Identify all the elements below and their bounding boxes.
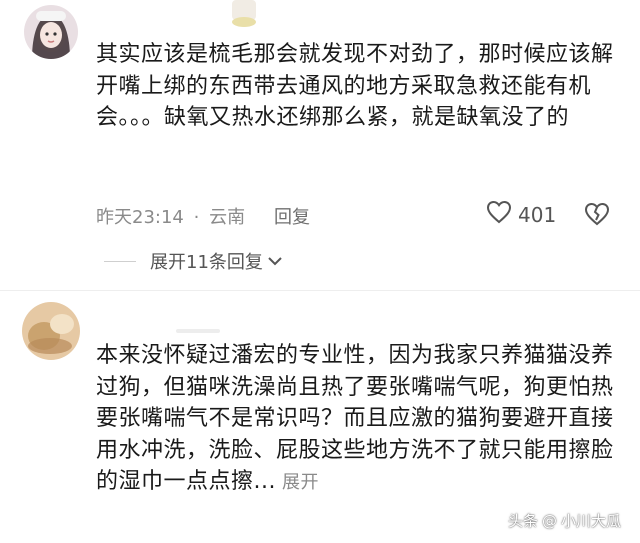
top-sticker-image xyxy=(228,0,260,28)
chevron-down-icon xyxy=(267,255,283,267)
expand-replies-label: 展开11条回复 xyxy=(150,252,263,273)
comment-1-text: 其实应该是梳毛那会就发现不对劲了，那时候应该解开嘴上绑的东西带去通风的地方采取急… xyxy=(96,42,614,130)
comment-1-dislike-button[interactable] xyxy=(584,202,610,230)
watermark-at: @ xyxy=(542,511,558,530)
expand-replies-button[interactable]: 展开11条回复 xyxy=(104,248,283,274)
comment-2-expand-link[interactable]: 展开 xyxy=(282,472,319,493)
comment-1-avatar[interactable] xyxy=(24,5,78,59)
comment-2-text-content: 本来没怀疑过潘宏的专业性，因为我家只养猫猫没养过狗，但猫咪洗澡尚且热了要张嘴喘气… xyxy=(96,343,614,494)
comment-1-time: 昨天23:14 xyxy=(96,207,184,228)
comment-2-avatar[interactable] xyxy=(22,302,80,360)
comment-1-reply-button[interactable]: 回复 xyxy=(274,203,310,229)
expand-replies-dash xyxy=(104,260,136,262)
comment-1-location: 云南 xyxy=(209,207,246,228)
broken-heart-icon xyxy=(584,202,610,230)
comment-1-like-button[interactable]: 401 xyxy=(486,200,556,229)
comment-1-separator: · xyxy=(193,207,200,228)
comment-divider xyxy=(0,290,640,291)
comment-1-like-count: 401 xyxy=(518,202,557,227)
watermark: 头条 @ 小川大瓜 xyxy=(508,510,621,531)
comment-2-text: 本来没怀疑过潘宏的专业性，因为我家只养猫猫没养过狗，但猫咪洗澡尚且热了要张嘴喘气… xyxy=(96,340,616,499)
watermark-source: 头条 xyxy=(508,512,539,530)
comment-1-meta: 昨天23:14 · 云南 xyxy=(96,203,245,229)
comment-2-sticker xyxy=(176,322,220,336)
heart-outline-icon xyxy=(486,200,512,229)
watermark-author: 小川大瓜 xyxy=(561,512,622,530)
